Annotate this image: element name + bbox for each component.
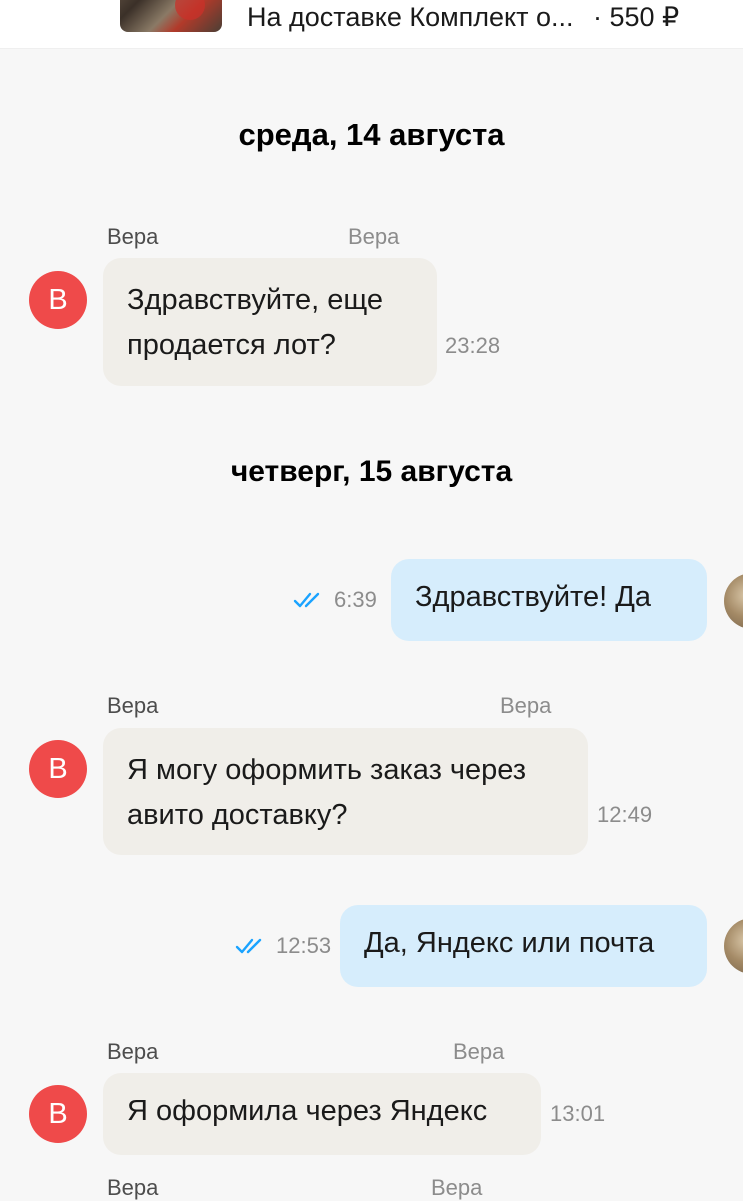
sender-name-secondary: Вера — [431, 1175, 483, 1200]
sender-name-secondary: Вера — [348, 224, 400, 249]
message-time: 23:28 — [445, 333, 501, 358]
avatar[interactable]: В — [29, 271, 87, 329]
message-bubble-incoming[interactable]: Я оформила через Яндекс — [103, 1073, 541, 1155]
sender-name-secondary: Вера — [453, 1039, 505, 1064]
message-text: Здравствуйте! Да — [415, 581, 651, 613]
message-bubble-incoming[interactable]: Здравствуйте, еще продается лот? — [103, 258, 437, 386]
own-avatar[interactable] — [724, 918, 743, 974]
own-avatar[interactable] — [724, 573, 743, 629]
sender-name: Вера — [107, 1175, 159, 1200]
sender-name: Вера — [107, 1039, 159, 1064]
listing-price: · 550 ₽ — [593, 2, 680, 32]
sender-name: Вера — [107, 224, 159, 249]
double-check-icon — [293, 592, 320, 608]
message-time: 6:39 — [334, 587, 377, 612]
message-text: продается лот? — [127, 329, 336, 361]
message-time: 13:01 — [550, 1101, 606, 1126]
listing-thumbnail[interactable] — [120, 0, 222, 32]
message-time: 12:53 — [276, 933, 332, 958]
back-arrow-icon[interactable] — [28, 0, 68, 18]
message-text: авито доставку? — [127, 799, 348, 831]
sender-name: Вера — [107, 693, 159, 718]
chat-header: На доставке Комплект о... · 550 ₽ — [0, 0, 743, 48]
message-text: Да, Яндекс или почта — [364, 927, 655, 959]
date-separator: четверг, 15 августа — [230, 455, 513, 488]
sender-name-secondary: Вера — [500, 693, 552, 718]
message-text: Здравствуйте, еще — [127, 284, 384, 316]
message-bubble-incoming[interactable]: Я могу оформить заказ через авито достав… — [103, 728, 588, 855]
message-text: Я могу оформить заказ через — [127, 754, 527, 786]
listing-title[interactable]: На доставке Комплект о... — [247, 2, 574, 33]
date-separator: среда, 14 августа — [238, 117, 505, 152]
message-text: Я оформила через Яндекс — [127, 1095, 488, 1127]
message-bubble-outgoing[interactable]: Здравствуйте! Да — [391, 559, 707, 641]
message-time: 12:49 — [597, 802, 653, 827]
double-check-icon — [235, 938, 262, 954]
message-bubble-outgoing[interactable]: Да, Яндекс или почта — [340, 905, 707, 987]
avatar[interactable]: В — [29, 1085, 87, 1143]
avatar[interactable]: В — [29, 740, 87, 798]
